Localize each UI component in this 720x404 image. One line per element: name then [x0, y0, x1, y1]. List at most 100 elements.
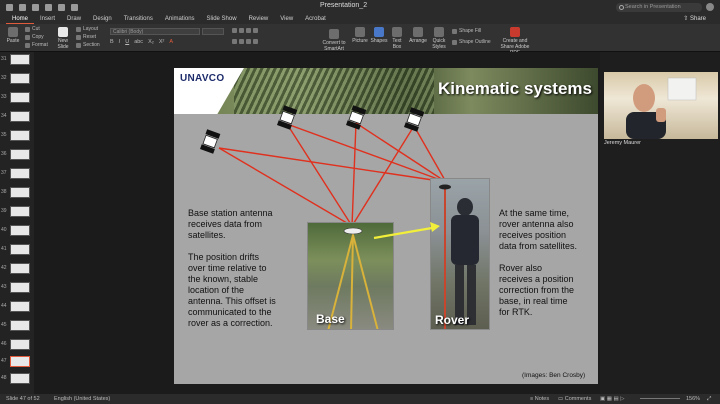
convert-smartart-button[interactable]: Convert to SmartArt: [318, 29, 350, 52]
reading-view-icon[interactable]: ▤: [613, 396, 618, 402]
redo-icon[interactable]: [58, 3, 65, 11]
picture-button[interactable]: Picture: [352, 27, 368, 44]
tab-draw[interactable]: Draw: [61, 14, 87, 24]
slide-number: 46: [1, 341, 7, 347]
search-input[interactable]: Search in Presentation: [616, 3, 702, 12]
tab-design[interactable]: Design: [87, 14, 118, 24]
tab-transitions[interactable]: Transitions: [118, 14, 159, 24]
autosave-icon[interactable]: [6, 3, 13, 11]
slideshow-icon[interactable]: ▷: [620, 396, 624, 402]
tab-review[interactable]: Review: [243, 14, 275, 24]
tab-view[interactable]: View: [274, 14, 299, 24]
share-button[interactable]: ⇧ Share: [683, 15, 706, 22]
slide-thumbnail[interactable]: [10, 54, 30, 65]
slide-thumbnail[interactable]: [10, 187, 30, 198]
shape-outline-button[interactable]: Shape Outline: [452, 39, 491, 45]
slide-thumbnail[interactable]: [10, 111, 30, 122]
save-icon[interactable]: [32, 3, 39, 11]
language-indicator[interactable]: English (United States): [54, 396, 110, 402]
text-box-label: Text Box: [392, 38, 402, 50]
slide-sorter-icon[interactable]: ▦: [607, 396, 612, 402]
slide-thumbnail[interactable]: [10, 263, 30, 274]
subscript-icon[interactable]: X₂: [148, 39, 154, 45]
rover-text-line: rover antenna also: [499, 219, 574, 229]
section-icon: [76, 42, 81, 48]
slide-thumbnail[interactable]: [10, 149, 30, 160]
font-name-select[interactable]: Calibri (Body): [110, 28, 200, 35]
bullets-icon[interactable]: [232, 28, 237, 33]
slide-thumbnail[interactable]: [10, 168, 30, 179]
align-icon[interactable]: [253, 28, 258, 33]
slide-thumbnail-panel[interactable]: 31 32 33 34 35 36 37 38 39 40 41 42 43 4…: [0, 52, 34, 394]
tab-acrobat[interactable]: Acrobat: [299, 14, 332, 24]
strikethrough-icon[interactable]: abc: [134, 39, 143, 45]
tab-slide-show[interactable]: Slide Show: [201, 14, 243, 24]
normal-view-icon[interactable]: ▣: [600, 396, 605, 402]
font-size-select[interactable]: [202, 28, 224, 35]
slide-thumbnail[interactable]: [10, 73, 30, 84]
align-right-icon[interactable]: [246, 39, 251, 44]
new-slide-button[interactable]: New Slide: [54, 27, 72, 50]
notes-button[interactable]: ≡ Notes: [530, 396, 549, 402]
indent-icon[interactable]: [246, 28, 251, 33]
rover-description: At the same time, rover antenna also rec…: [499, 208, 577, 318]
paint-bucket-icon: [452, 28, 457, 34]
slide-thumbnail[interactable]: [10, 206, 30, 217]
arrange-label: Arrange: [409, 38, 427, 44]
numbering-icon[interactable]: [239, 28, 244, 33]
shapes-button[interactable]: Shapes: [370, 27, 388, 44]
undo-icon[interactable]: [45, 3, 52, 11]
arrange-button[interactable]: Arrange: [408, 27, 428, 44]
home-icon[interactable]: [19, 3, 26, 11]
justify-icon[interactable]: [253, 39, 258, 44]
slide-thumbnail[interactable]: [10, 320, 30, 331]
underline-icon[interactable]: U: [125, 39, 129, 45]
slide-thumbnail[interactable]: [10, 225, 30, 236]
slide-thumbnail[interactable]: [10, 282, 30, 293]
zoom-level[interactable]: 156%: [686, 396, 700, 402]
font-color-icon[interactable]: A: [169, 39, 173, 45]
shape-fill-button[interactable]: Shape Fill: [452, 28, 481, 34]
tab-animations[interactable]: Animations: [159, 14, 201, 24]
layout-button[interactable]: Layout: [76, 26, 98, 32]
font-format-row: B I U abc X₂ X² A: [110, 39, 173, 45]
section-button[interactable]: Section: [76, 42, 100, 48]
copy-icon: [25, 34, 30, 40]
slide-thumbnail[interactable]: [10, 130, 30, 141]
tab-home[interactable]: Home: [6, 14, 35, 24]
align-left-icon[interactable]: [232, 39, 237, 44]
shape-outline-label: Shape Outline: [459, 39, 491, 45]
convert-smartart-label: Convert to SmartArt: [322, 40, 346, 52]
format-painter-button[interactable]: Format: [25, 42, 48, 48]
slide-thumbnail[interactable]: [10, 373, 30, 384]
slide-thumbnail[interactable]: [10, 301, 30, 312]
zoom-slider[interactable]: [640, 398, 680, 399]
slide-counter: Slide 47 of 52: [6, 396, 40, 402]
slide-thumbnail-selected[interactable]: [10, 356, 30, 367]
brush-icon: [25, 42, 30, 48]
format-label: Format: [32, 42, 48, 48]
comments-button[interactable]: ▭ Comments: [558, 396, 591, 402]
quick-styles-button[interactable]: Quick Styles: [430, 27, 448, 50]
italic-icon[interactable]: I: [119, 39, 121, 45]
paste-button[interactable]: Paste: [4, 27, 22, 44]
reset-button[interactable]: Reset: [76, 34, 96, 40]
text-box-button[interactable]: Text Box: [390, 27, 404, 50]
slide-number: 41: [1, 246, 7, 252]
user-avatar-icon[interactable]: [706, 3, 714, 11]
slide-canvas[interactable]: UNAVCO Kinematic systems Base station an…: [174, 68, 598, 384]
view-buttons: ▣ ▦ ▤ ▷: [600, 396, 624, 402]
align-center-icon[interactable]: [239, 39, 244, 44]
superscript-icon[interactable]: X²: [159, 39, 165, 45]
slide-thumbnail[interactable]: [10, 244, 30, 255]
tab-insert[interactable]: Insert: [34, 14, 61, 24]
copy-button[interactable]: Copy: [25, 34, 44, 40]
print-icon[interactable]: [71, 3, 78, 11]
cut-button[interactable]: Cut: [25, 26, 40, 32]
text-box-icon: [392, 27, 402, 37]
rover-text-line: data from satellites.: [499, 241, 578, 251]
slide-thumbnail[interactable]: [10, 92, 30, 103]
fit-slide-icon[interactable]: ⤢: [707, 396, 711, 403]
bold-icon[interactable]: B: [110, 39, 114, 45]
slide-thumbnail[interactable]: [10, 339, 30, 350]
